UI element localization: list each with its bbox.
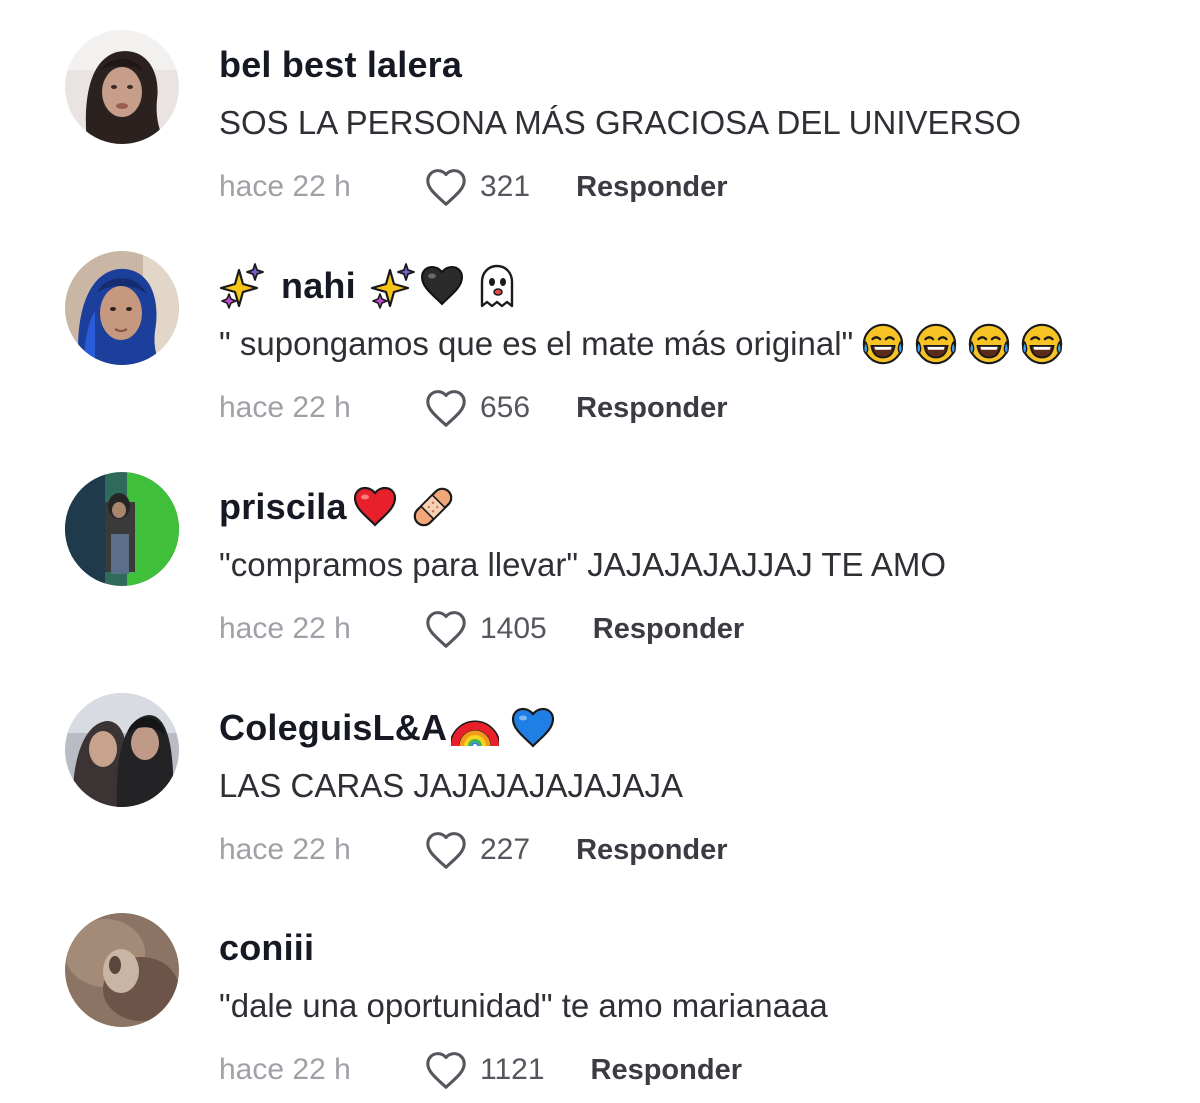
comment-text: LAS CARAS JAJAJAJAJAJAJA — [219, 763, 683, 809]
reply-button[interactable]: Responder — [576, 171, 727, 204]
comment-item: priscila "compramos para llevar" JAJAJAJ — [0, 442, 1200, 662]
username[interactable]: coniii — [219, 925, 314, 971]
reply-button[interactable]: Responder — [593, 613, 744, 646]
black-heart-icon — [418, 262, 466, 310]
comment-item: ColeguisL&A LAS CARAS JAJAJAJAJAJAJA hac… — [0, 663, 1200, 883]
username[interactable]: bel best lalera — [219, 42, 462, 88]
like-button[interactable]: 321 — [424, 167, 530, 207]
avatar[interactable] — [65, 913, 179, 1027]
timestamp: hace 22 h — [219, 170, 351, 203]
heart-icon[interactable] — [424, 830, 468, 870]
comment-meta: hace 22 h 321 Responder — [219, 164, 728, 210]
username[interactable]: ColeguisL&A — [219, 705, 557, 751]
like-count: 656 — [480, 391, 531, 424]
comment-meta: hace 22 h 656 Responder — [219, 385, 728, 431]
username-text: nahi — [281, 265, 356, 306]
timestamp: hace 22 h — [219, 612, 351, 645]
avatar[interactable] — [65, 693, 179, 807]
red-heart-icon — [351, 483, 399, 531]
timestamp: hace 22 h — [219, 391, 351, 424]
like-button[interactable]: 1121 — [424, 1050, 545, 1090]
comment-text: "dale una oportunidad" te amo marianaaa — [219, 983, 828, 1029]
comment-text: " supongamos que es el mate más original… — [219, 321, 1065, 367]
reply-button[interactable]: Responder — [576, 834, 727, 867]
heart-icon[interactable] — [424, 388, 468, 428]
timestamp: hace 22 h — [219, 1053, 351, 1086]
heart-icon[interactable] — [424, 167, 468, 207]
username-text: ColeguisL&A — [219, 707, 448, 748]
tears-of-joy-icon — [860, 321, 906, 367]
username[interactable]: nahi — [219, 263, 520, 309]
blue-heart-icon — [509, 704, 557, 752]
comment-text-content: SOS LA PERSONA MÁS GRACIOSA DEL UNIVERSO — [219, 104, 1022, 141]
like-button[interactable]: 1405 — [424, 609, 547, 649]
avatar[interactable] — [65, 251, 179, 365]
tears-of-joy-icon — [913, 321, 959, 367]
timestamp: hace 22 h — [219, 833, 351, 866]
tears-of-joy-icon — [966, 321, 1012, 367]
comment-text-content: " supongamos que es el mate más original… — [219, 325, 854, 362]
like-count: 1121 — [480, 1053, 545, 1086]
comment-meta: hace 22 h 1405 Responder — [219, 606, 744, 652]
comment-text-content: LAS CARAS JAJAJAJAJAJAJA — [219, 767, 683, 804]
sparkles-icon — [219, 262, 267, 310]
username-text: coniii — [219, 927, 315, 968]
like-button[interactable]: 227 — [424, 830, 530, 870]
rainbow-icon — [451, 704, 500, 752]
comment-text: SOS LA PERSONA MÁS GRACIOSA DEL UNIVERSO — [219, 100, 1021, 146]
tears-of-joy-icon — [1019, 321, 1065, 367]
heart-icon[interactable] — [424, 1050, 468, 1090]
comment-item: bel best lalera SOS LA PERSONA MÁS GRACI… — [0, 0, 1200, 220]
like-count: 227 — [480, 833, 531, 866]
comment-item: nahi " supongamos que es el mate más ori… — [0, 221, 1200, 441]
username-text: priscila — [219, 486, 347, 527]
username[interactable]: priscila — [219, 484, 457, 530]
sparkles-icon — [370, 262, 418, 310]
comment-item: coniii "dale una oportunidad" te amo mar… — [0, 883, 1200, 1103]
like-count: 321 — [480, 170, 531, 203]
avatar[interactable] — [65, 30, 179, 144]
like-count: 1405 — [480, 612, 547, 645]
comment-meta: hace 22 h 1121 Responder — [219, 1047, 742, 1093]
ghost-icon — [472, 262, 520, 310]
reply-button[interactable]: Responder — [576, 392, 727, 425]
heart-icon[interactable] — [424, 609, 468, 649]
comment-text-content: "compramos para llevar" JAJAJAJAJJAJ TE … — [219, 546, 947, 583]
adhesive-bandage-icon — [409, 483, 457, 531]
username-text: bel best lalera — [219, 44, 463, 85]
comment-text: "compramos para llevar" JAJAJAJAJJAJ TE … — [219, 542, 946, 588]
comment-text-content: "dale una oportunidad" te amo marianaaa — [219, 987, 828, 1024]
comment-meta: hace 22 h 227 Responder — [219, 827, 728, 873]
avatar[interactable] — [65, 472, 179, 586]
like-button[interactable]: 656 — [424, 388, 530, 428]
reply-button[interactable]: Responder — [591, 1054, 742, 1087]
